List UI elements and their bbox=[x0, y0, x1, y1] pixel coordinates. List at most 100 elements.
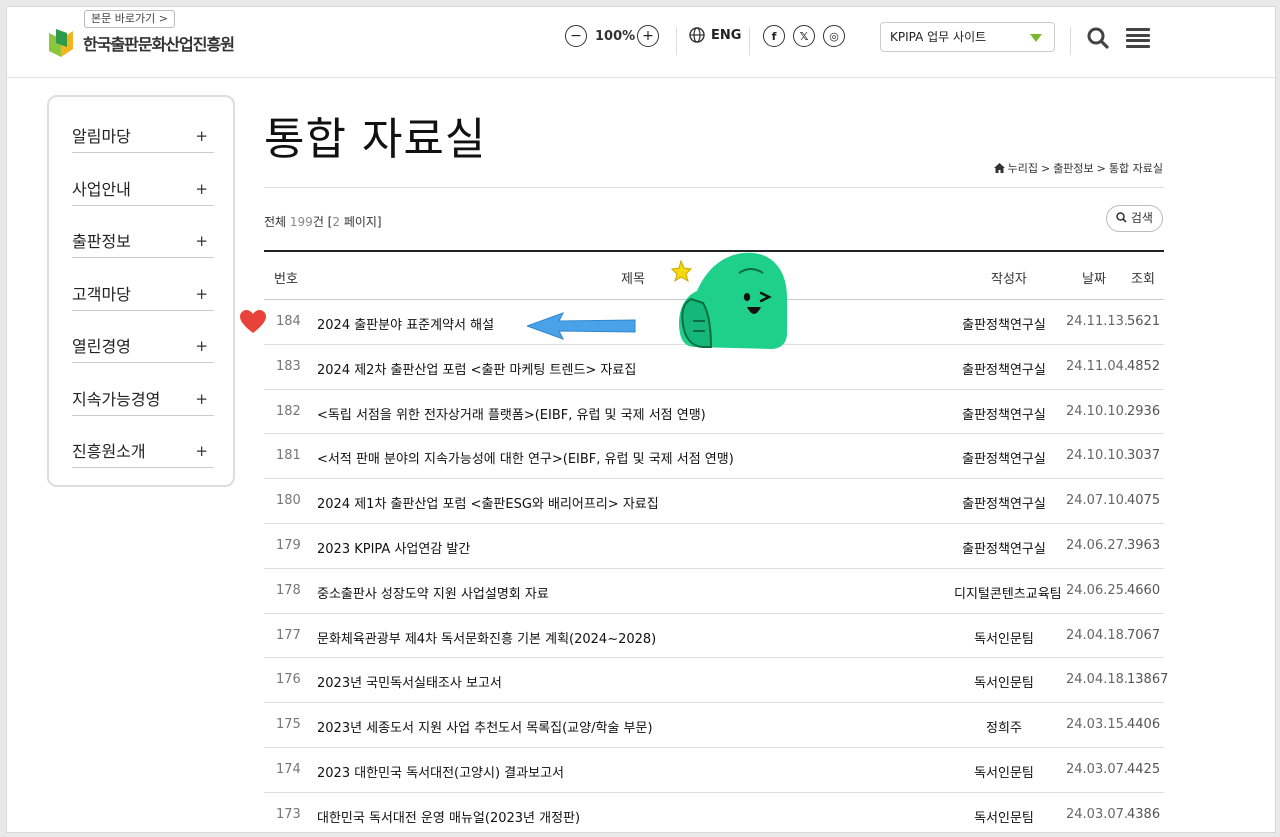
row-author: 출판정책연구실 bbox=[962, 541, 1046, 557]
total-prefix: 전체 bbox=[264, 215, 290, 229]
table-row[interactable]: 175 2023년 세종도서 지원 사업 추천도서 목록집(교양/학술 부문) 정희… bbox=[264, 703, 1164, 748]
row-date: 24.04.18. bbox=[1066, 672, 1129, 688]
breadcrumb-separator: > bbox=[1040, 161, 1051, 175]
breadcrumb-publishing-info[interactable]: 출판정보 bbox=[1053, 160, 1093, 176]
row-title-link[interactable]: <독립 서점을 위한 전자상거래 플랫폼>(EIBF, 유럽 및 국제 서점 연… bbox=[317, 404, 706, 423]
sidebar-item-label: 고객마당 bbox=[72, 285, 131, 304]
dropdown-caret-icon bbox=[1030, 34, 1042, 42]
zoom-controls: − 100% + bbox=[565, 25, 659, 47]
plus-icon: + bbox=[195, 127, 208, 145]
sidebar-item-business[interactable]: 사업안내 + bbox=[72, 154, 214, 206]
row-date: 24.11.04. bbox=[1066, 358, 1129, 374]
skip-to-content-link[interactable]: 본문 바로가기 > bbox=[84, 10, 175, 28]
table-row[interactable]: 174 2023 대한민국 독서대전(고양시) 결과보고서 독서인문팀 24.03.0… bbox=[264, 748, 1164, 793]
header-views: 조회 bbox=[1131, 272, 1155, 287]
table-row[interactable]: 181 <서적 판매 분야의 지속가능성에 대한 연구>(EIBF, 유럽 및 국… bbox=[264, 434, 1164, 480]
row-views: 13867 bbox=[1127, 672, 1169, 688]
site-select-dropdown[interactable]: KPIPA 업무 사이트 bbox=[880, 22, 1055, 52]
sidebar-item-customer[interactable]: 고객마당 + bbox=[72, 259, 214, 311]
row-author: 출판정책연구실 bbox=[962, 497, 1046, 513]
row-author: 독서인문팀 bbox=[974, 631, 1034, 647]
row-views: 7067 bbox=[1127, 627, 1161, 643]
breadcrumb-home[interactable]: 누리집 bbox=[1008, 160, 1038, 176]
row-date: 24.03.07. bbox=[1066, 806, 1129, 822]
header-author: 작성자 bbox=[991, 272, 1027, 287]
divider bbox=[676, 27, 677, 55]
row-author: 디지털콘텐츠교육팀 bbox=[954, 586, 1062, 602]
table-row[interactable]: 177 문화체육관광부 제4차 독서문화진흥 기본 계획(2024~2028) 독서… bbox=[264, 614, 1164, 659]
facebook-icon[interactable]: f bbox=[763, 25, 785, 47]
sidebar-item-about[interactable]: 진흥원소개 + bbox=[72, 416, 214, 468]
logo-text: 한국출판문화산업진흥원 bbox=[83, 35, 235, 54]
table-row[interactable]: 182 <독립 서점을 위한 전자상거래 플랫폼>(EIBF, 유럽 및 국제 서… bbox=[264, 390, 1164, 435]
header-title: 제목 bbox=[621, 272, 645, 287]
table-row[interactable]: 178 중소출판사 성장도약 지원 사업설명회 자료 디지털콘텐츠교육팀 24.06.… bbox=[264, 569, 1164, 614]
row-views: 5621 bbox=[1127, 314, 1161, 329]
breadcrumb-current: 통합 자료실 bbox=[1108, 162, 1163, 175]
x-icon[interactable]: 𝕏 bbox=[793, 25, 815, 47]
row-title-link[interactable]: 2024 제2차 출판산업 포럼 <출판 마케팅 트렌드> 자료집 bbox=[317, 359, 636, 378]
total-number: 199 bbox=[289, 215, 313, 229]
sidebar-item-notice[interactable]: 알림마당 + bbox=[72, 101, 214, 153]
language-label: ENG bbox=[711, 27, 742, 43]
header-num: 번호 bbox=[274, 272, 298, 287]
row-views: 3037 bbox=[1127, 448, 1161, 464]
search-label: 검색 bbox=[1130, 211, 1153, 225]
row-title-link[interactable]: <서적 판매 분야의 지속가능성에 대한 연구>(EIBF, 유럽 및 국제 서… bbox=[317, 448, 734, 467]
row-author: 출판정책연구실 bbox=[962, 318, 1046, 333]
sidebar-item-sustainability[interactable]: 지속가능경영 + bbox=[72, 364, 214, 416]
sidebar-item-open-management[interactable]: 열린경영 + bbox=[72, 311, 214, 363]
zoom-in-button[interactable]: + bbox=[637, 25, 659, 47]
plus-icon: + bbox=[195, 232, 208, 250]
row-title-link[interactable]: 2023년 국민독서실태조사 보고서 bbox=[317, 672, 502, 691]
table-row[interactable]: 173 대한민국 독서대전 운영 매뉴얼(2023년 개정판) 독서인문팀 24.03… bbox=[264, 793, 1164, 832]
row-title-link[interactable]: 중소출판사 성장도약 지원 사업설명회 자료 bbox=[317, 583, 549, 602]
total-pages-suffix: 페이지] bbox=[340, 215, 382, 229]
row-number: 182 bbox=[276, 403, 301, 419]
language-switch[interactable]: ENG bbox=[689, 27, 741, 43]
instagram-icon[interactable]: ◎ bbox=[823, 25, 845, 47]
row-number: 176 bbox=[276, 672, 301, 688]
search-icon[interactable] bbox=[1087, 27, 1109, 49]
row-title-link[interactable]: 문화체육관광부 제4차 독서문화진흥 기본 계획(2024~2028) bbox=[317, 628, 656, 647]
arrow-left-icon bbox=[527, 312, 636, 340]
row-author: 독서인문팀 bbox=[974, 765, 1034, 781]
row-author: 독서인문팀 bbox=[974, 676, 1034, 692]
total-count: 전체 199건 [2 페이지] bbox=[264, 213, 382, 230]
row-views: 2936 bbox=[1127, 403, 1161, 419]
row-title-link[interactable]: 2024 출판분야 표준계약서 해설 bbox=[317, 314, 494, 333]
row-title-link[interactable]: 2023년 세종도서 지원 사업 추천도서 목록집(교양/학술 부문) bbox=[317, 717, 653, 736]
table-row[interactable]: 176 2023년 국민독서실태조사 보고서 독서인문팀 24.04.18. 13867 bbox=[264, 658, 1168, 704]
social-links: f 𝕏 ◎ bbox=[763, 25, 845, 47]
row-date: 24.06.25. bbox=[1066, 582, 1129, 598]
row-date: 24.07.10. bbox=[1066, 493, 1129, 509]
header-date: 날짜 bbox=[1082, 272, 1106, 287]
site-select-value: KPIPA 업무 사이트 bbox=[890, 30, 987, 44]
sidebar-item-label: 출판정보 bbox=[72, 232, 131, 251]
zoom-out-button[interactable]: − bbox=[565, 25, 587, 47]
row-views: 4386 bbox=[1127, 806, 1161, 822]
total-suffix: 건 [ bbox=[312, 215, 333, 229]
row-views: 4852 bbox=[1127, 358, 1161, 374]
sidebar-item-label: 열린경영 bbox=[72, 337, 131, 356]
row-title-link[interactable]: 2023 KPIPA 사업연감 발간 bbox=[317, 538, 470, 557]
table-row[interactable]: 179 2023 KPIPA 사업연감 발간 출판정책연구실 24.06.27. 396… bbox=[264, 524, 1164, 569]
row-title-link[interactable]: 2024 제1차 출판산업 포럼 <출판ESG와 배리어프리> 자료집 bbox=[317, 493, 659, 512]
sidebar-item-label: 진흥원소개 bbox=[72, 442, 146, 461]
search-icon bbox=[1116, 212, 1127, 223]
row-views: 4075 bbox=[1127, 493, 1161, 509]
row-date: 24.03.07. bbox=[1066, 761, 1129, 777]
row-views: 4660 bbox=[1127, 582, 1161, 598]
row-title-link[interactable]: 대한민국 독서대전 운영 매뉴얼(2023년 개정판) bbox=[317, 807, 580, 826]
globe-icon bbox=[689, 27, 705, 43]
row-date: 24.04.18. bbox=[1066, 627, 1129, 643]
row-title-link[interactable]: 2023 대한민국 독서대전(고양시) 결과보고서 bbox=[317, 762, 564, 781]
row-author: 독서인문팀 bbox=[974, 810, 1034, 826]
hamburger-menu-icon[interactable] bbox=[1126, 28, 1150, 48]
sidebar-item-publishing-info[interactable]: 출판정보 + bbox=[72, 206, 214, 258]
home-icon bbox=[993, 163, 1005, 173]
table-row[interactable]: 180 2024 제1차 출판산업 포럼 <출판ESG와 배리어프리> 자료집 출판… bbox=[264, 479, 1164, 524]
row-author: 출판정책연구실 bbox=[962, 452, 1046, 468]
board-search-button[interactable]: 검색 bbox=[1106, 205, 1163, 232]
site-logo[interactable]: 한국출판문화산업진흥원 bbox=[47, 27, 235, 59]
